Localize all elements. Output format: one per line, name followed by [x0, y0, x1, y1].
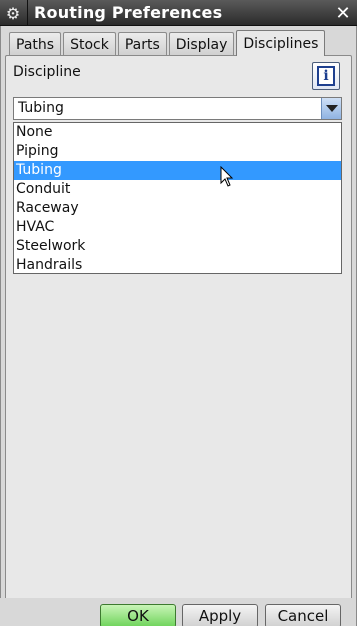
- option-conduit[interactable]: Conduit: [14, 180, 341, 199]
- tab-bar: Paths Stock Parts Display Disciplines: [9, 30, 327, 56]
- chevron-down-icon[interactable]: [321, 98, 341, 119]
- option-none[interactable]: None: [14, 123, 341, 142]
- dialog-body: Paths Stock Parts Display Disciplines Di…: [0, 26, 357, 626]
- discipline-select[interactable]: Tubing: [13, 97, 342, 120]
- option-hvac[interactable]: HVAC: [14, 218, 341, 237]
- gear-icon[interactable]: ⚙: [2, 2, 24, 24]
- title-bar: ⚙ Routing Preferences ✕: [0, 0, 357, 26]
- mouse-cursor-icon: [220, 166, 234, 187]
- tab-disciplines[interactable]: Disciplines: [236, 30, 326, 56]
- ok-button[interactable]: OK: [100, 604, 176, 626]
- title-separator: [27, 0, 28, 26]
- discipline-select-value: Tubing: [18, 100, 64, 116]
- option-steelwork[interactable]: Steelwork: [14, 237, 341, 256]
- option-piping[interactable]: Piping: [14, 142, 341, 161]
- info-button[interactable]: i: [312, 62, 340, 90]
- dialog-footer: OK Apply Cancel: [0, 598, 355, 626]
- window-title: Routing Preferences: [34, 3, 223, 22]
- disciplines-panel: Discipline i Tubing None Piping Tubing C…: [5, 55, 352, 620]
- tab-display[interactable]: Display: [168, 32, 235, 56]
- cancel-button[interactable]: Cancel: [265, 604, 341, 626]
- discipline-label: Discipline: [13, 64, 81, 80]
- apply-button[interactable]: Apply: [182, 604, 258, 626]
- close-icon[interactable]: ✕: [333, 3, 353, 24]
- discipline-dropdown-list: None Piping Tubing Conduit Raceway HVAC …: [13, 122, 342, 274]
- option-raceway[interactable]: Raceway: [14, 199, 341, 218]
- tab-parts[interactable]: Parts: [117, 32, 167, 56]
- info-icon: i: [317, 66, 335, 86]
- tab-stock[interactable]: Stock: [63, 32, 116, 56]
- option-handrails[interactable]: Handrails: [14, 256, 341, 275]
- tab-paths[interactable]: Paths: [9, 32, 62, 56]
- option-tubing[interactable]: Tubing: [14, 161, 341, 180]
